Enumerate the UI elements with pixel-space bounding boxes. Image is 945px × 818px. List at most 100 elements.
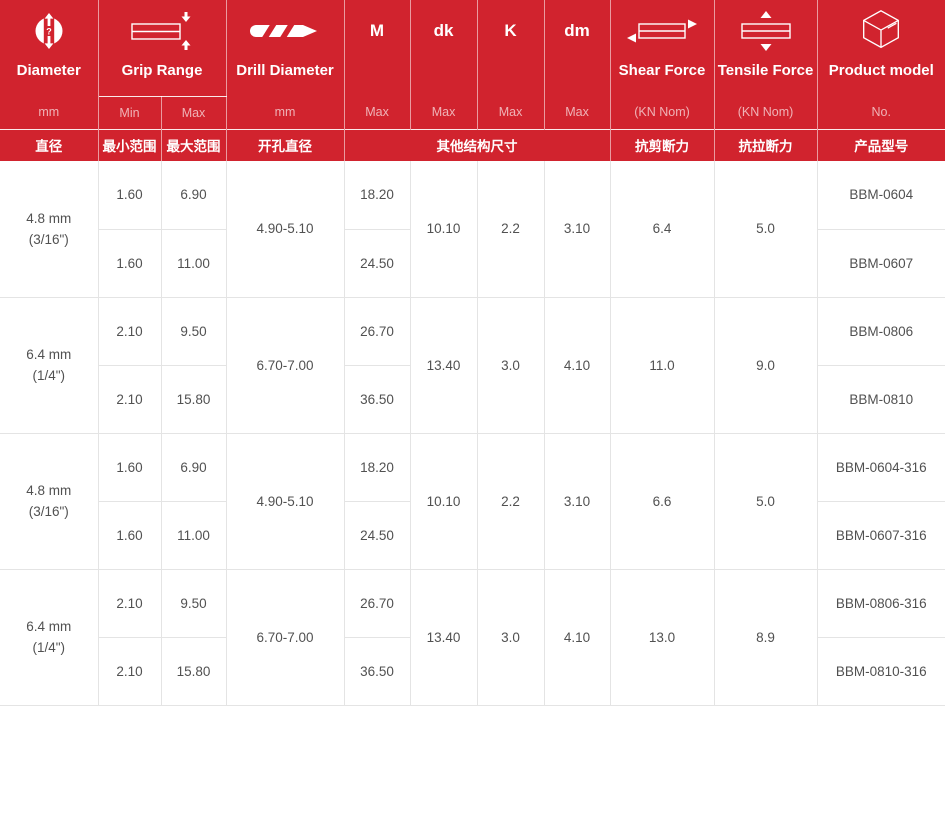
cell-k: 3.0 [477,297,545,434]
table-row: 4.8 mm (3/16") 1.60 6.90 4.90-5.10 18.20… [0,433,945,570]
cell-grip-max: 15.80 [161,365,227,434]
cell-m: 24.50 [344,501,411,570]
table-row: 4.8 mm (3/16") 1.60 6.90 4.90-5.10 18.20… [0,161,945,298]
cell-m: 36.50 [344,637,411,706]
header-k: K [477,0,545,96]
header-tensile-force: Tensile Force [714,0,818,96]
header-m: M [344,0,411,96]
header-drill-zh: 开孔直径 [226,128,345,161]
cell-m: 26.70 [344,297,411,366]
cell-grip-max: 11.00 [161,501,227,570]
header-tensile-sub: (KN Nom) [714,96,818,129]
cell-grip-min: 2.10 [98,365,162,434]
cell-shear: 11.0 [610,297,715,434]
cell-dm: 4.10 [544,297,611,434]
cell-grip-min: 1.60 [98,433,162,502]
header-other-dims-zh: 其他结构尺寸 [344,128,611,161]
header-row-icons: ? Diameter Grip Range Drill Diameter M d… [0,0,945,97]
header-grip-max-zh: 最大范围 [161,128,227,161]
header-tensile-force-label: Tensile Force [717,62,814,79]
cell-dk: 13.40 [410,297,478,434]
header-m-sub: Max [344,96,411,129]
header-product-model: Product model [817,0,945,96]
header-product-model-label: Product model [828,62,934,79]
cell-diameter: 6.4 mm (1/4") [0,297,99,434]
cell-grip-max: 9.50 [161,297,227,366]
header-drill-diameter: Drill Diameter [226,0,345,96]
header-dk-sub: Max [410,96,478,129]
cell-grip-min: 2.10 [98,569,162,638]
cell-m: 26.70 [344,569,411,638]
spec-table: ? Diameter Grip Range Drill Diameter M d… [0,0,945,706]
drill-bit-icon [227,0,344,62]
cell-m: 36.50 [344,365,411,434]
cell-m: 18.20 [344,433,411,502]
cell-grip-min: 1.60 [98,501,162,570]
cell-shear: 13.0 [610,569,715,706]
header-dm: dm [544,0,611,96]
header-diameter-unit: mm [0,96,99,129]
cell-grip-max: 9.50 [161,569,227,638]
cell-dk: 10.10 [410,433,478,570]
cell-drill: 6.70-7.00 [226,569,345,706]
header-shear-force-label: Shear Force [618,62,706,79]
cell-dk: 13.40 [410,569,478,706]
header-grip-range-label: Grip Range [121,62,203,79]
cell-model: BBM-0604-316 [817,433,945,502]
cell-m: 24.50 [344,229,411,298]
shear-force-icon [611,0,714,62]
cell-diameter: 4.8 mm (3/16") [0,161,99,298]
cell-model: BBM-0604 [817,161,945,230]
header-grip-range: Grip Range [98,0,227,97]
cell-grip-min: 1.60 [98,229,162,298]
cell-k: 3.0 [477,569,545,706]
diameter-icon: ? [0,0,98,62]
header-drill-unit: mm [226,96,345,129]
cell-tensile: 9.0 [714,297,818,434]
cell-dm: 3.10 [544,161,611,298]
header-dm-label: dm [564,21,590,40]
header-k-sub: Max [477,96,545,129]
table-header: ? Diameter Grip Range Drill Diameter M d… [0,0,945,161]
header-diameter-zh: 直径 [0,128,99,161]
cell-model: BBM-0806 [817,297,945,366]
header-dk-label: dk [433,21,454,40]
cell-drill: 4.90-5.10 [226,433,345,570]
header-dm-sub: Max [544,96,611,129]
header-product-sub: No. [817,96,945,129]
header-drill-diameter-label: Drill Diameter [236,62,334,79]
cell-k: 2.2 [477,433,545,570]
cell-grip-min: 2.10 [98,637,162,706]
cell-model: BBM-0810-316 [817,637,945,706]
header-row-chinese: 直径 最小范围 最大范围 开孔直径 其他结构尺寸 抗剪断力 抗拉断力 产品型号 [0,128,945,161]
cell-tensile: 5.0 [714,433,818,570]
cell-m: 18.20 [344,161,411,230]
cell-model: BBM-0806-316 [817,569,945,638]
cell-grip-min: 2.10 [98,297,162,366]
cell-tensile: 5.0 [714,161,818,298]
cell-grip-max: 6.90 [161,433,227,502]
header-tensile-zh: 抗拉断力 [714,128,818,161]
cell-dm: 3.10 [544,433,611,570]
cell-drill: 4.90-5.10 [226,161,345,298]
header-diameter-label: Diameter [16,62,81,79]
table-row: 6.4 mm (1/4") 2.10 9.50 6.70-7.00 26.70 … [0,297,945,434]
header-k-label: K [504,21,517,40]
cell-drill: 6.70-7.00 [226,297,345,434]
header-dk: dk [410,0,478,96]
header-m-label: M [369,21,385,40]
cell-grip-min: 1.60 [98,161,162,230]
header-shear-sub: (KN Nom) [610,96,715,129]
table-row: 6.4 mm (1/4") 2.10 9.50 6.70-7.00 26.70 … [0,569,945,706]
grip-range-icon [99,0,226,62]
svg-text:?: ? [46,27,52,37]
header-product-zh: 产品型号 [817,128,945,161]
table-body: 4.8 mm (3/16") 1.60 6.90 4.90-5.10 18.20… [0,161,945,706]
header-grip-max: Max [161,96,227,129]
header-grip-min-zh: 最小范围 [98,128,162,161]
cell-grip-max: 11.00 [161,229,227,298]
tensile-force-icon [715,0,817,62]
cell-k: 2.2 [477,161,545,298]
cell-diameter: 4.8 mm (3/16") [0,433,99,570]
cell-dm: 4.10 [544,569,611,706]
